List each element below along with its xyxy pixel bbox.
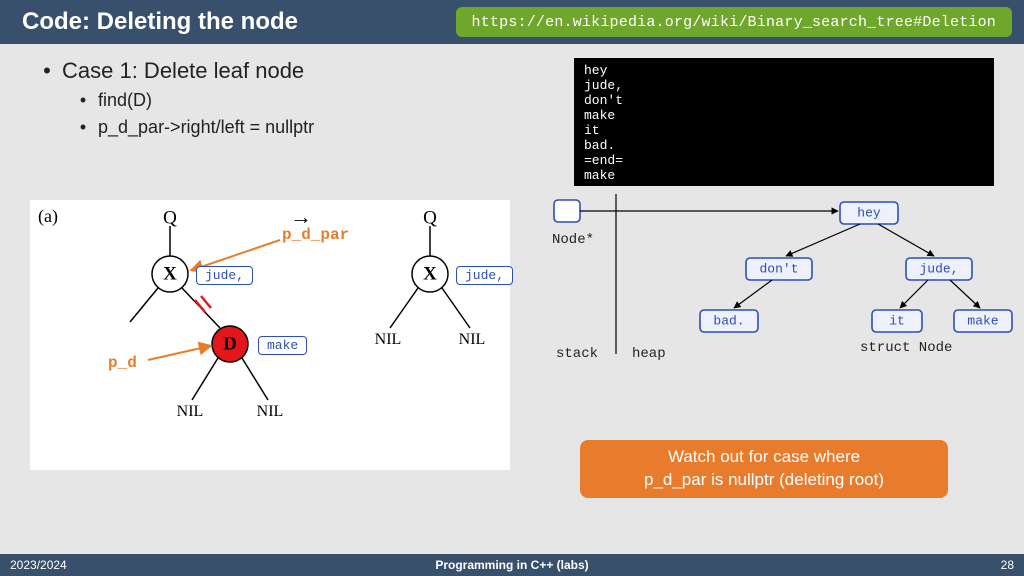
node-q-label: Q xyxy=(163,208,177,229)
heap-node-rl-text: it xyxy=(889,314,905,329)
bullet-dot-icon: • xyxy=(76,90,90,111)
stack-pointer-box xyxy=(554,200,580,222)
callout-line2: p_d_par is nullptr (deleting root) xyxy=(644,470,884,489)
nil-label: NIL xyxy=(459,331,486,348)
node-q-label: Q xyxy=(423,208,437,229)
nil-label: NIL xyxy=(257,403,284,420)
slide: Code: Deleting the node https://en.wikip… xyxy=(0,0,1024,576)
tag-x-value-right: jude, xyxy=(456,266,513,285)
tag-x-value: jude, xyxy=(196,266,253,285)
slide-title: Code: Deleting the node xyxy=(22,8,298,36)
pd-arrow-icon xyxy=(148,346,210,360)
struct-node-label: struct Node xyxy=(860,340,952,356)
deletion-figure: (a) Q X D NIL xyxy=(30,200,510,470)
stack-pointer-label: Node* xyxy=(552,232,594,248)
warning-callout: Watch out for case where p_d_par is null… xyxy=(580,440,948,498)
reference-url-pill[interactable]: https://en.wikipedia.org/wiki/Binary_sea… xyxy=(456,7,1012,37)
heap-node-rr-text: make xyxy=(967,314,998,329)
figure-svg: Q X D NIL NIL → Q xyxy=(30,200,510,470)
left-tree: Q X D NIL NIL xyxy=(130,208,283,421)
bullet-dot-icon: • xyxy=(40,58,54,84)
nil-label: NIL xyxy=(177,403,204,420)
bullet-dot-icon: • xyxy=(76,117,90,138)
bullet-level2: • p_d_par->right/left = nullptr xyxy=(76,117,314,138)
heap-node-r-text: jude, xyxy=(919,262,958,277)
bullet-case-text: Case 1: Delete leaf node xyxy=(62,58,304,84)
footer-course: Programming in C++ (labs) xyxy=(0,558,1024,572)
heap-region-label: heap xyxy=(632,346,666,362)
bullet-level1: • Case 1: Delete leaf node xyxy=(40,58,314,84)
heap-node-root-text: hey xyxy=(857,206,881,221)
node-x-label: X xyxy=(163,264,177,285)
bullet-level2: • find(D) xyxy=(76,90,314,111)
bullet-sub1-text: find(D) xyxy=(98,90,152,111)
bullet-list: • Case 1: Delete leaf node • find(D) • p… xyxy=(40,58,314,138)
pdpar-label: p_d_par xyxy=(282,226,349,244)
heap-node-ll-text: bad. xyxy=(713,314,744,329)
terminal-output: hey jude, don't make it bad. =end= make xyxy=(574,58,994,186)
pd-label: p_d xyxy=(108,354,137,372)
node-x-label: X xyxy=(423,264,437,285)
node-d-label: D xyxy=(223,334,237,355)
bullet-sub2-text: p_d_par->right/left = nullptr xyxy=(98,117,314,138)
heap-node-l-text: don't xyxy=(759,262,798,277)
footer-bar: 2023/2024 Programming in C++ (labs) 28 xyxy=(0,554,1024,576)
tag-d-value: make xyxy=(258,336,307,355)
stack-region-label: stack xyxy=(556,346,598,362)
callout-line1: Watch out for case where xyxy=(668,447,860,466)
nil-label: NIL xyxy=(375,331,402,348)
reference-url-text: https://en.wikipedia.org/wiki/Binary_sea… xyxy=(472,14,996,31)
